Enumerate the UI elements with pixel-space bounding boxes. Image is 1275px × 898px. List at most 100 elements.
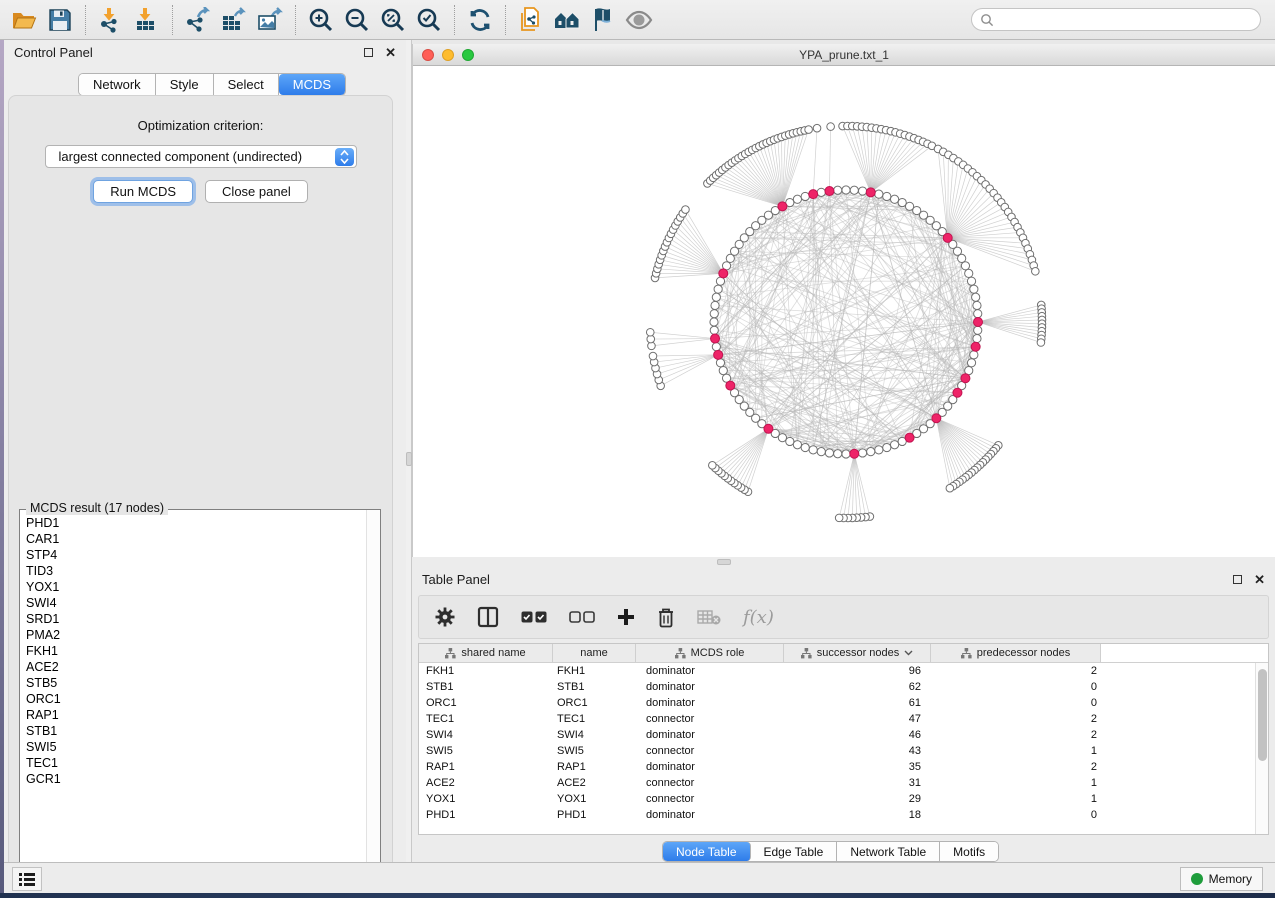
table-cell[interactable]: PHD1 xyxy=(419,807,553,823)
zoom-selected-button[interactable] xyxy=(411,1,447,39)
table-cell[interactable]: 31 xyxy=(784,775,931,791)
mcds-result-item[interactable]: STB5 xyxy=(26,675,365,691)
table-row[interactable]: ORC1ORC1dominator610 xyxy=(419,695,1255,711)
mcds-result-item[interactable]: TID3 xyxy=(26,563,365,579)
table-cell[interactable]: 0 xyxy=(931,679,1101,695)
node[interactable] xyxy=(867,448,875,456)
node[interactable] xyxy=(714,285,722,293)
table-cell[interactable]: 1 xyxy=(931,743,1101,759)
table-cell[interactable]: ACE2 xyxy=(419,775,553,791)
node[interactable] xyxy=(813,124,821,132)
table-cell[interactable]: PHD1 xyxy=(553,807,636,823)
node[interactable] xyxy=(970,351,978,359)
table-cell[interactable]: SWI4 xyxy=(553,727,636,743)
table-cell[interactable]: STB1 xyxy=(419,679,553,695)
table-cell[interactable]: RAP1 xyxy=(419,759,553,775)
dominator-node[interactable] xyxy=(866,188,875,197)
table-cell[interactable]: 43 xyxy=(784,743,931,759)
node[interactable] xyxy=(809,446,817,454)
dominator-node[interactable] xyxy=(809,190,818,199)
node[interactable] xyxy=(967,277,975,285)
node[interactable] xyxy=(712,343,720,351)
zoom-fit-button[interactable] xyxy=(375,1,411,39)
add-column-button[interactable] xyxy=(617,608,635,626)
import-table-button[interactable] xyxy=(129,1,165,39)
export-image-button[interactable] xyxy=(252,1,288,39)
table-cell[interactable]: SWI5 xyxy=(553,743,636,759)
mcds-result-item[interactable]: SWI5 xyxy=(26,739,365,755)
mcds-result-item[interactable]: SWI4 xyxy=(26,595,365,611)
table-cell[interactable]: 96 xyxy=(784,663,931,679)
tab-style[interactable]: Style xyxy=(156,74,214,95)
network-canvas[interactable] xyxy=(413,66,1275,556)
mcds-result-item[interactable]: SRD1 xyxy=(26,611,365,627)
table-cell[interactable]: YOX1 xyxy=(419,791,553,807)
window-zoom-icon[interactable] xyxy=(462,49,474,61)
table-cell[interactable]: SWI5 xyxy=(419,743,553,759)
table-cell[interactable]: STB1 xyxy=(553,679,636,695)
table-cell[interactable]: ORC1 xyxy=(553,695,636,711)
table-options-button[interactable] xyxy=(435,607,455,627)
table-scrollbar[interactable] xyxy=(1255,663,1268,834)
node[interactable] xyxy=(793,195,801,203)
table-cell[interactable]: ACE2 xyxy=(553,775,636,791)
dominator-node[interactable] xyxy=(764,424,773,433)
dominator-node[interactable] xyxy=(711,334,720,343)
table-cell[interactable]: dominator xyxy=(636,695,784,711)
open-file-button[interactable] xyxy=(6,1,42,39)
node[interactable] xyxy=(710,318,718,326)
scrollbar-thumb[interactable] xyxy=(1258,669,1267,761)
table-cell[interactable]: 35 xyxy=(784,759,931,775)
dominator-node[interactable] xyxy=(778,202,787,211)
export-table-button[interactable] xyxy=(216,1,252,39)
node[interactable] xyxy=(711,301,719,309)
table-body[interactable]: FKH1FKH1dominator962STB1STB1dominator620… xyxy=(419,663,1255,834)
node[interactable] xyxy=(967,359,975,367)
dominator-node[interactable] xyxy=(719,269,728,278)
table-cell[interactable]: TEC1 xyxy=(553,711,636,727)
column-header-name[interactable]: name xyxy=(553,644,636,662)
table-cell[interactable]: connector xyxy=(636,743,784,759)
table-cell[interactable]: connector xyxy=(636,791,784,807)
float-panel-icon[interactable] xyxy=(364,48,373,57)
node[interactable] xyxy=(898,198,906,206)
column-header-successor-nodes[interactable]: successor nodes xyxy=(784,644,931,662)
table-row[interactable]: FKH1FKH1dominator962 xyxy=(419,663,1255,679)
close-panel-icon[interactable]: ✕ xyxy=(1254,573,1265,586)
mcds-result-item[interactable]: GCR1 xyxy=(26,771,365,787)
duplicate-network-button[interactable] xyxy=(513,1,549,39)
node[interactable] xyxy=(1037,339,1045,347)
node[interactable] xyxy=(850,186,858,194)
node[interactable] xyxy=(709,462,717,470)
optimization-criterion-dropdown[interactable]: largest connected component (undirected) xyxy=(45,145,357,168)
node[interactable] xyxy=(890,195,898,203)
node[interactable] xyxy=(973,301,981,309)
splitter-handle[interactable] xyxy=(717,559,731,565)
column-header-MCDS-role[interactable]: MCDS role xyxy=(636,644,784,662)
mcds-result-item[interactable]: STP4 xyxy=(26,547,365,563)
deselect-all-button[interactable] xyxy=(569,611,595,623)
table-row[interactable]: TEC1TEC1connector472 xyxy=(419,711,1255,727)
network-graph[interactable] xyxy=(413,66,1275,556)
table-cell[interactable]: 18 xyxy=(784,807,931,823)
node[interactable] xyxy=(875,446,883,454)
table-cell[interactable]: 62 xyxy=(784,679,931,695)
table-cell[interactable]: FKH1 xyxy=(419,663,553,679)
node[interactable] xyxy=(649,352,657,360)
node[interactable] xyxy=(1032,267,1040,275)
table-cell[interactable]: 2 xyxy=(931,727,1101,743)
node[interactable] xyxy=(946,484,954,492)
table-cell[interactable]: dominator xyxy=(636,663,784,679)
mcds-result-item[interactable]: PHD1 xyxy=(26,515,365,531)
mcds-result-item[interactable]: CAR1 xyxy=(26,531,365,547)
node[interactable] xyxy=(974,326,982,334)
hide-selected-button[interactable] xyxy=(585,1,621,39)
tab-network-table[interactable]: Network Table xyxy=(837,842,940,861)
node[interactable] xyxy=(842,186,850,194)
table-row[interactable]: SWI4SWI4dominator462 xyxy=(419,727,1255,743)
dominator-node[interactable] xyxy=(961,374,970,383)
table-cell[interactable]: 47 xyxy=(784,711,931,727)
mcds-result-item[interactable]: STB1 xyxy=(26,723,365,739)
node[interactable] xyxy=(825,449,833,457)
search-input[interactable] xyxy=(994,13,1252,27)
